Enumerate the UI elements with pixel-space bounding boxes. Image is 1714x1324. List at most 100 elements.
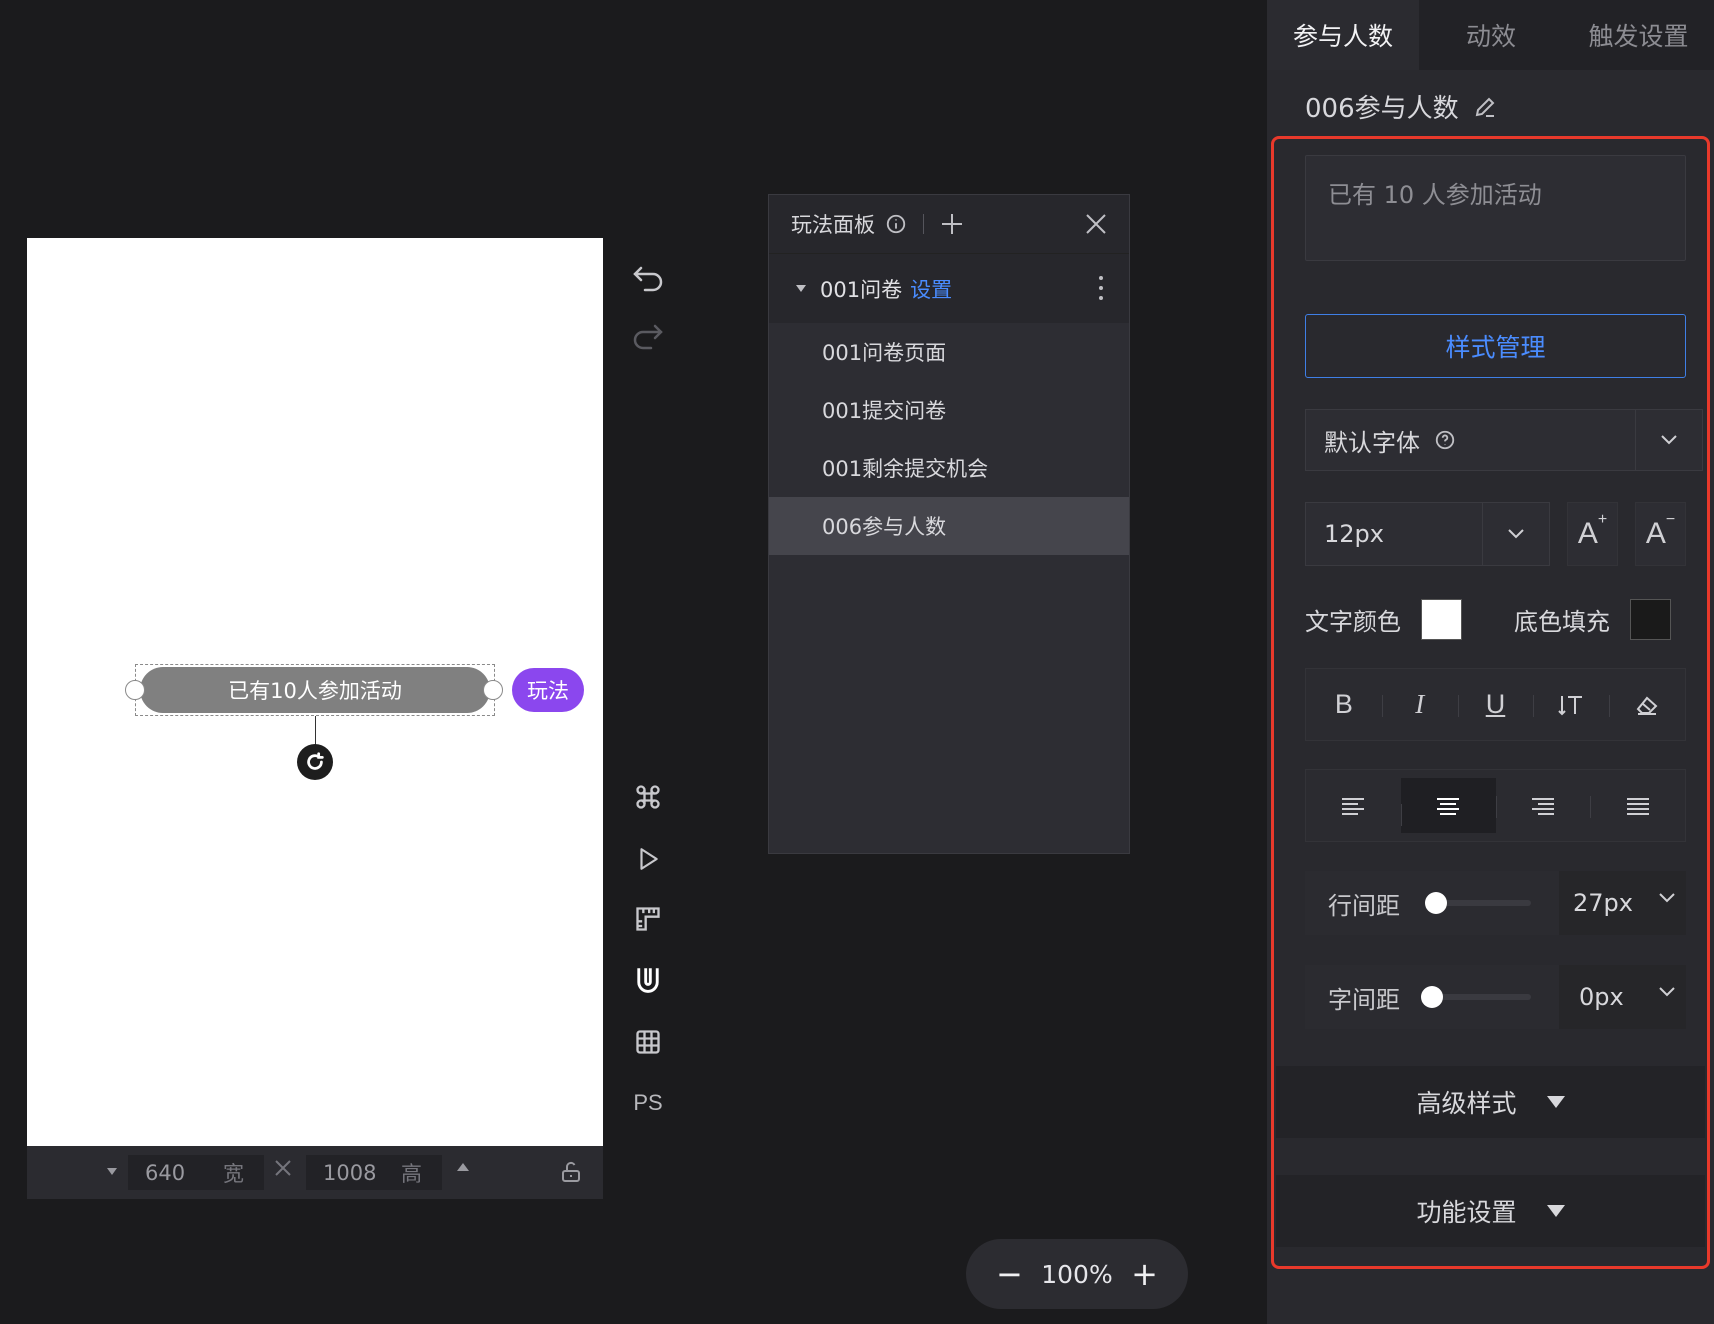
collapse-down-icon[interactable] — [107, 1168, 117, 1175]
align-left-icon — [1342, 797, 1365, 815]
canvas-size-bar: 640 宽 1008 高 — [27, 1146, 603, 1199]
chevron-down-icon[interactable] — [1658, 986, 1676, 998]
letter-spacing-value: 0px — [1579, 983, 1624, 1011]
height-unit: 高 — [401, 1161, 422, 1186]
function-settings-label: 功能设置 — [1416, 1198, 1517, 1227]
height-field[interactable]: 1008 高 — [306, 1155, 442, 1190]
function-settings-section[interactable]: 功能设置 — [1276, 1175, 1705, 1247]
align-right-icon — [1531, 797, 1554, 815]
font-size-decrease-button[interactable]: A− — [1635, 502, 1686, 566]
fill-color-label: 底色填充 — [1514, 607, 1610, 636]
redo-icon[interactable] — [628, 317, 668, 357]
play-item-selected[interactable]: 006参与人数 — [769, 497, 1129, 555]
zoom-level: 100% — [1041, 1259, 1113, 1289]
line-height-row: 行间距 27px — [1305, 871, 1686, 935]
font-size-value: 12px — [1324, 520, 1384, 548]
unlock-icon[interactable] — [559, 1160, 583, 1184]
resize-handle-right[interactable] — [483, 680, 503, 700]
add-icon[interactable] — [940, 212, 964, 236]
align-center-button[interactable] — [1400, 778, 1496, 833]
ruler-icon[interactable] — [628, 899, 668, 939]
properties-tabs: 参与人数 动效 触发设置 — [1267, 0, 1714, 70]
tab-participants[interactable]: 参与人数 — [1267, 0, 1419, 70]
play-badge[interactable]: 玩法 — [512, 668, 584, 712]
letter-spacing-slider[interactable] — [1421, 986, 1531, 1008]
letter-spacing-label: 字间距 — [1328, 985, 1400, 1014]
align-left-button[interactable] — [1306, 770, 1401, 841]
slider-knob[interactable] — [1421, 986, 1443, 1008]
style-manage-button[interactable]: 样式管理 — [1305, 314, 1686, 378]
command-icon[interactable] — [628, 777, 668, 817]
width-field[interactable]: 640 宽 — [128, 1155, 264, 1190]
letter-spacing-select[interactable]: 0px — [1559, 965, 1686, 1029]
more-vertical-icon[interactable] — [1099, 276, 1103, 300]
resize-handle-left[interactable] — [125, 680, 145, 700]
line-height-select[interactable]: 27px — [1559, 871, 1686, 935]
fill-color-swatch[interactable] — [1630, 598, 1671, 640]
expand-up-icon[interactable] — [457, 1163, 469, 1171]
bold-button[interactable]: B — [1306, 669, 1382, 740]
properties-panel: 参与人数 动效 触发设置 006参与人数 已有 10 人参加活动 样式管理 默认… — [1267, 0, 1714, 1324]
help-icon[interactable] — [1434, 429, 1456, 451]
magnet-icon[interactable] — [628, 961, 668, 1001]
caret-down-icon[interactable] — [796, 285, 806, 292]
underline-button[interactable]: U — [1457, 669, 1534, 740]
tab-animation[interactable]: 动效 — [1419, 0, 1563, 70]
zoom-control: − 100% + — [966, 1239, 1188, 1309]
advanced-style-section[interactable]: 高级样式 — [1276, 1066, 1705, 1138]
play-item[interactable]: 001问卷页面 — [769, 323, 1129, 381]
grid-icon[interactable] — [628, 1022, 668, 1062]
letter-spacing-row: 字间距 0px — [1305, 965, 1686, 1029]
bold-icon: B — [1334, 689, 1353, 719]
text-color-label: 文字颜色 — [1305, 607, 1401, 636]
play-item[interactable]: 001提交问卷 — [769, 381, 1129, 439]
group-settings-link[interactable]: 设置 — [910, 274, 952, 304]
caret-down-icon — [1546, 1205, 1565, 1217]
edit-pencil-icon[interactable] — [1473, 95, 1497, 119]
height-value: 1008 — [323, 1160, 377, 1185]
text-color-row: 文字颜色 底色填充 — [1305, 596, 1671, 642]
caret-down-icon — [1546, 1096, 1565, 1108]
width-unit: 宽 — [223, 1161, 244, 1186]
element-name: 006参与人数 — [1305, 94, 1459, 124]
font-size-increase-button[interactable]: A+ — [1567, 502, 1618, 566]
text-color-swatch[interactable] — [1421, 598, 1462, 640]
chevron-down-icon[interactable] — [1482, 503, 1549, 565]
align-justify-button[interactable] — [1590, 770, 1685, 841]
align-right-button[interactable] — [1495, 770, 1591, 841]
chevron-down-icon[interactable] — [1658, 892, 1676, 904]
font-increase-icon: A+ — [1577, 511, 1608, 550]
font-decrease-icon: A− — [1645, 511, 1676, 550]
preview-play-icon[interactable] — [628, 839, 668, 879]
width-value: 640 — [145, 1160, 186, 1185]
participant-count-element[interactable]: 已有10人参加活动 — [140, 667, 490, 713]
text-align-toolbar — [1305, 769, 1686, 842]
rotate-icon — [307, 752, 324, 770]
text-format-toolbar: B I U — [1305, 668, 1686, 741]
play-group-questionnaire[interactable]: 001问卷 设置 — [769, 253, 1129, 323]
font-size-select[interactable]: 12px — [1305, 502, 1550, 566]
zoom-out-button[interactable]: − — [996, 1255, 1023, 1293]
clear-format-button[interactable] — [1609, 669, 1685, 740]
vertical-text-button[interactable] — [1533, 669, 1609, 740]
align-center-icon — [1437, 797, 1460, 815]
info-icon[interactable] — [885, 213, 907, 235]
font-family-select[interactable]: 默认字体 — [1305, 409, 1703, 471]
advanced-style-label: 高级样式 — [1416, 1089, 1517, 1118]
play-panel-title: 玩法面板 — [791, 213, 875, 237]
line-height-slider[interactable] — [1425, 892, 1531, 914]
close-icon[interactable] — [1085, 213, 1107, 235]
times-icon — [273, 1158, 293, 1178]
tab-trigger-settings[interactable]: 触发设置 — [1563, 0, 1714, 70]
ps-import-button[interactable]: PS — [628, 1083, 668, 1123]
line-height-label: 行间距 — [1328, 891, 1400, 920]
undo-icon[interactable] — [628, 259, 668, 299]
rotate-handle[interactable] — [297, 744, 333, 780]
text-content-input[interactable]: 已有 10 人参加活动 — [1305, 155, 1686, 261]
rotate-connector — [315, 716, 316, 746]
zoom-in-button[interactable]: + — [1131, 1255, 1158, 1293]
italic-button[interactable]: I — [1381, 669, 1458, 740]
slider-knob[interactable] — [1425, 892, 1447, 914]
play-item[interactable]: 001剩余提交机会 — [769, 439, 1129, 497]
chevron-down-icon[interactable] — [1635, 410, 1702, 470]
